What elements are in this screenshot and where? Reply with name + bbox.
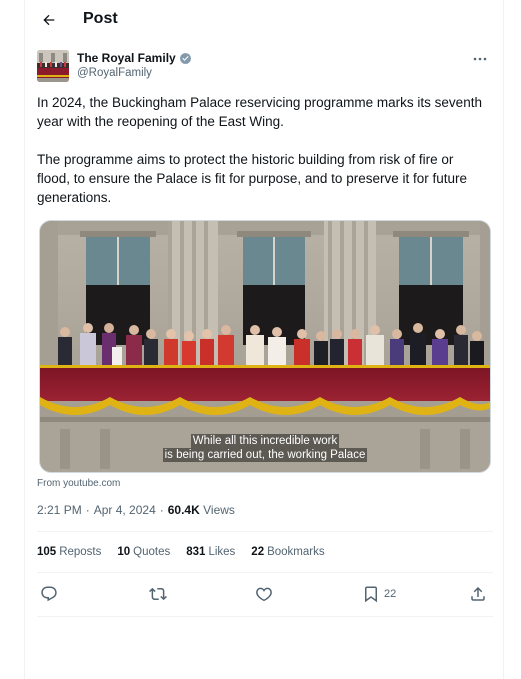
reply-icon [41, 586, 57, 602]
share-button[interactable] [469, 582, 487, 606]
post-text: In 2024, the Buckingham Palace reservici… [37, 93, 489, 226]
likes-stat[interactable]: 831 Likes [186, 546, 235, 558]
more-horizontal-icon [473, 57, 487, 61]
repost-button[interactable] [149, 582, 167, 606]
video-caption-line: is being carried out, the working Palace [162, 448, 368, 462]
post-detail-column: Post The Royal Family @RoyalFamily In 20… [24, 0, 504, 679]
author-name-text: The Royal Family [77, 51, 176, 65]
arrow-left-icon [43, 14, 55, 26]
bookmark-icon [365, 586, 377, 603]
quotes-stat[interactable]: 10 Quotes [117, 546, 170, 558]
quotes-label: Quotes [133, 546, 171, 558]
post-actions: 22 [37, 582, 493, 606]
engagement-stats: 105 Reposts 10 Quotes 831 Likes 22 Bookmarks [37, 546, 325, 558]
verified-badge-icon [179, 52, 191, 64]
repost-icon [149, 587, 167, 601]
video-caption-line: While all this incredible work [190, 434, 340, 448]
reposts-label: Reposts [59, 546, 102, 558]
reply-button[interactable] [40, 582, 58, 606]
media-source-link[interactable]: From youtube.com [37, 478, 120, 489]
top-bar: Post [25, 0, 505, 40]
more-options-button[interactable] [471, 52, 489, 66]
page-title: Post [83, 10, 118, 27]
author-display-name[interactable]: The Royal Family [77, 51, 192, 65]
bookmark-count: 22 [384, 588, 397, 600]
share-icon [471, 586, 485, 601]
likes-count: 831 [186, 546, 206, 558]
meta-separator: · [159, 503, 164, 517]
bookmark-button[interactable]: 22 [362, 582, 396, 606]
post-paragraph: In 2024, the Buckingham Palace reservici… [37, 95, 482, 129]
reposts-stat[interactable]: 105 Reposts [37, 546, 101, 558]
divider [37, 531, 493, 532]
views-count: 60.4K [167, 503, 200, 517]
post-date[interactable]: Apr 4, 2024 [94, 503, 156, 517]
divider [37, 572, 493, 573]
avatar[interactable] [37, 50, 69, 82]
quotes-count: 10 [117, 546, 131, 558]
likes-label: Likes [208, 546, 236, 558]
bookmarks-label: Bookmarks [267, 546, 325, 558]
bookmarks-stat: 22 Bookmarks [251, 546, 324, 558]
bookmarks-count: 22 [251, 546, 265, 558]
post-author: The Royal Family @RoyalFamily [37, 50, 493, 86]
views-stat: 60.4K Views [168, 503, 235, 517]
like-button[interactable] [255, 582, 273, 606]
back-button[interactable] [37, 8, 61, 32]
post-paragraph: The programme aims to protect the histor… [37, 152, 467, 205]
post-video[interactable]: While all this incredible work is being … [39, 220, 491, 473]
video-caption: While all this incredible work is being … [40, 434, 490, 462]
reposts-count: 105 [37, 546, 57, 558]
views-label: Views [203, 503, 235, 517]
like-icon [256, 587, 272, 602]
post-metadata: 2:21 PM · Apr 4, 2024 · 60.4K Views [37, 503, 235, 517]
avatar-image [37, 50, 69, 82]
post-time[interactable]: 2:21 PM [37, 503, 82, 517]
divider [37, 616, 493, 617]
meta-separator: · [85, 503, 90, 517]
author-handle[interactable]: @RoyalFamily [77, 67, 152, 79]
